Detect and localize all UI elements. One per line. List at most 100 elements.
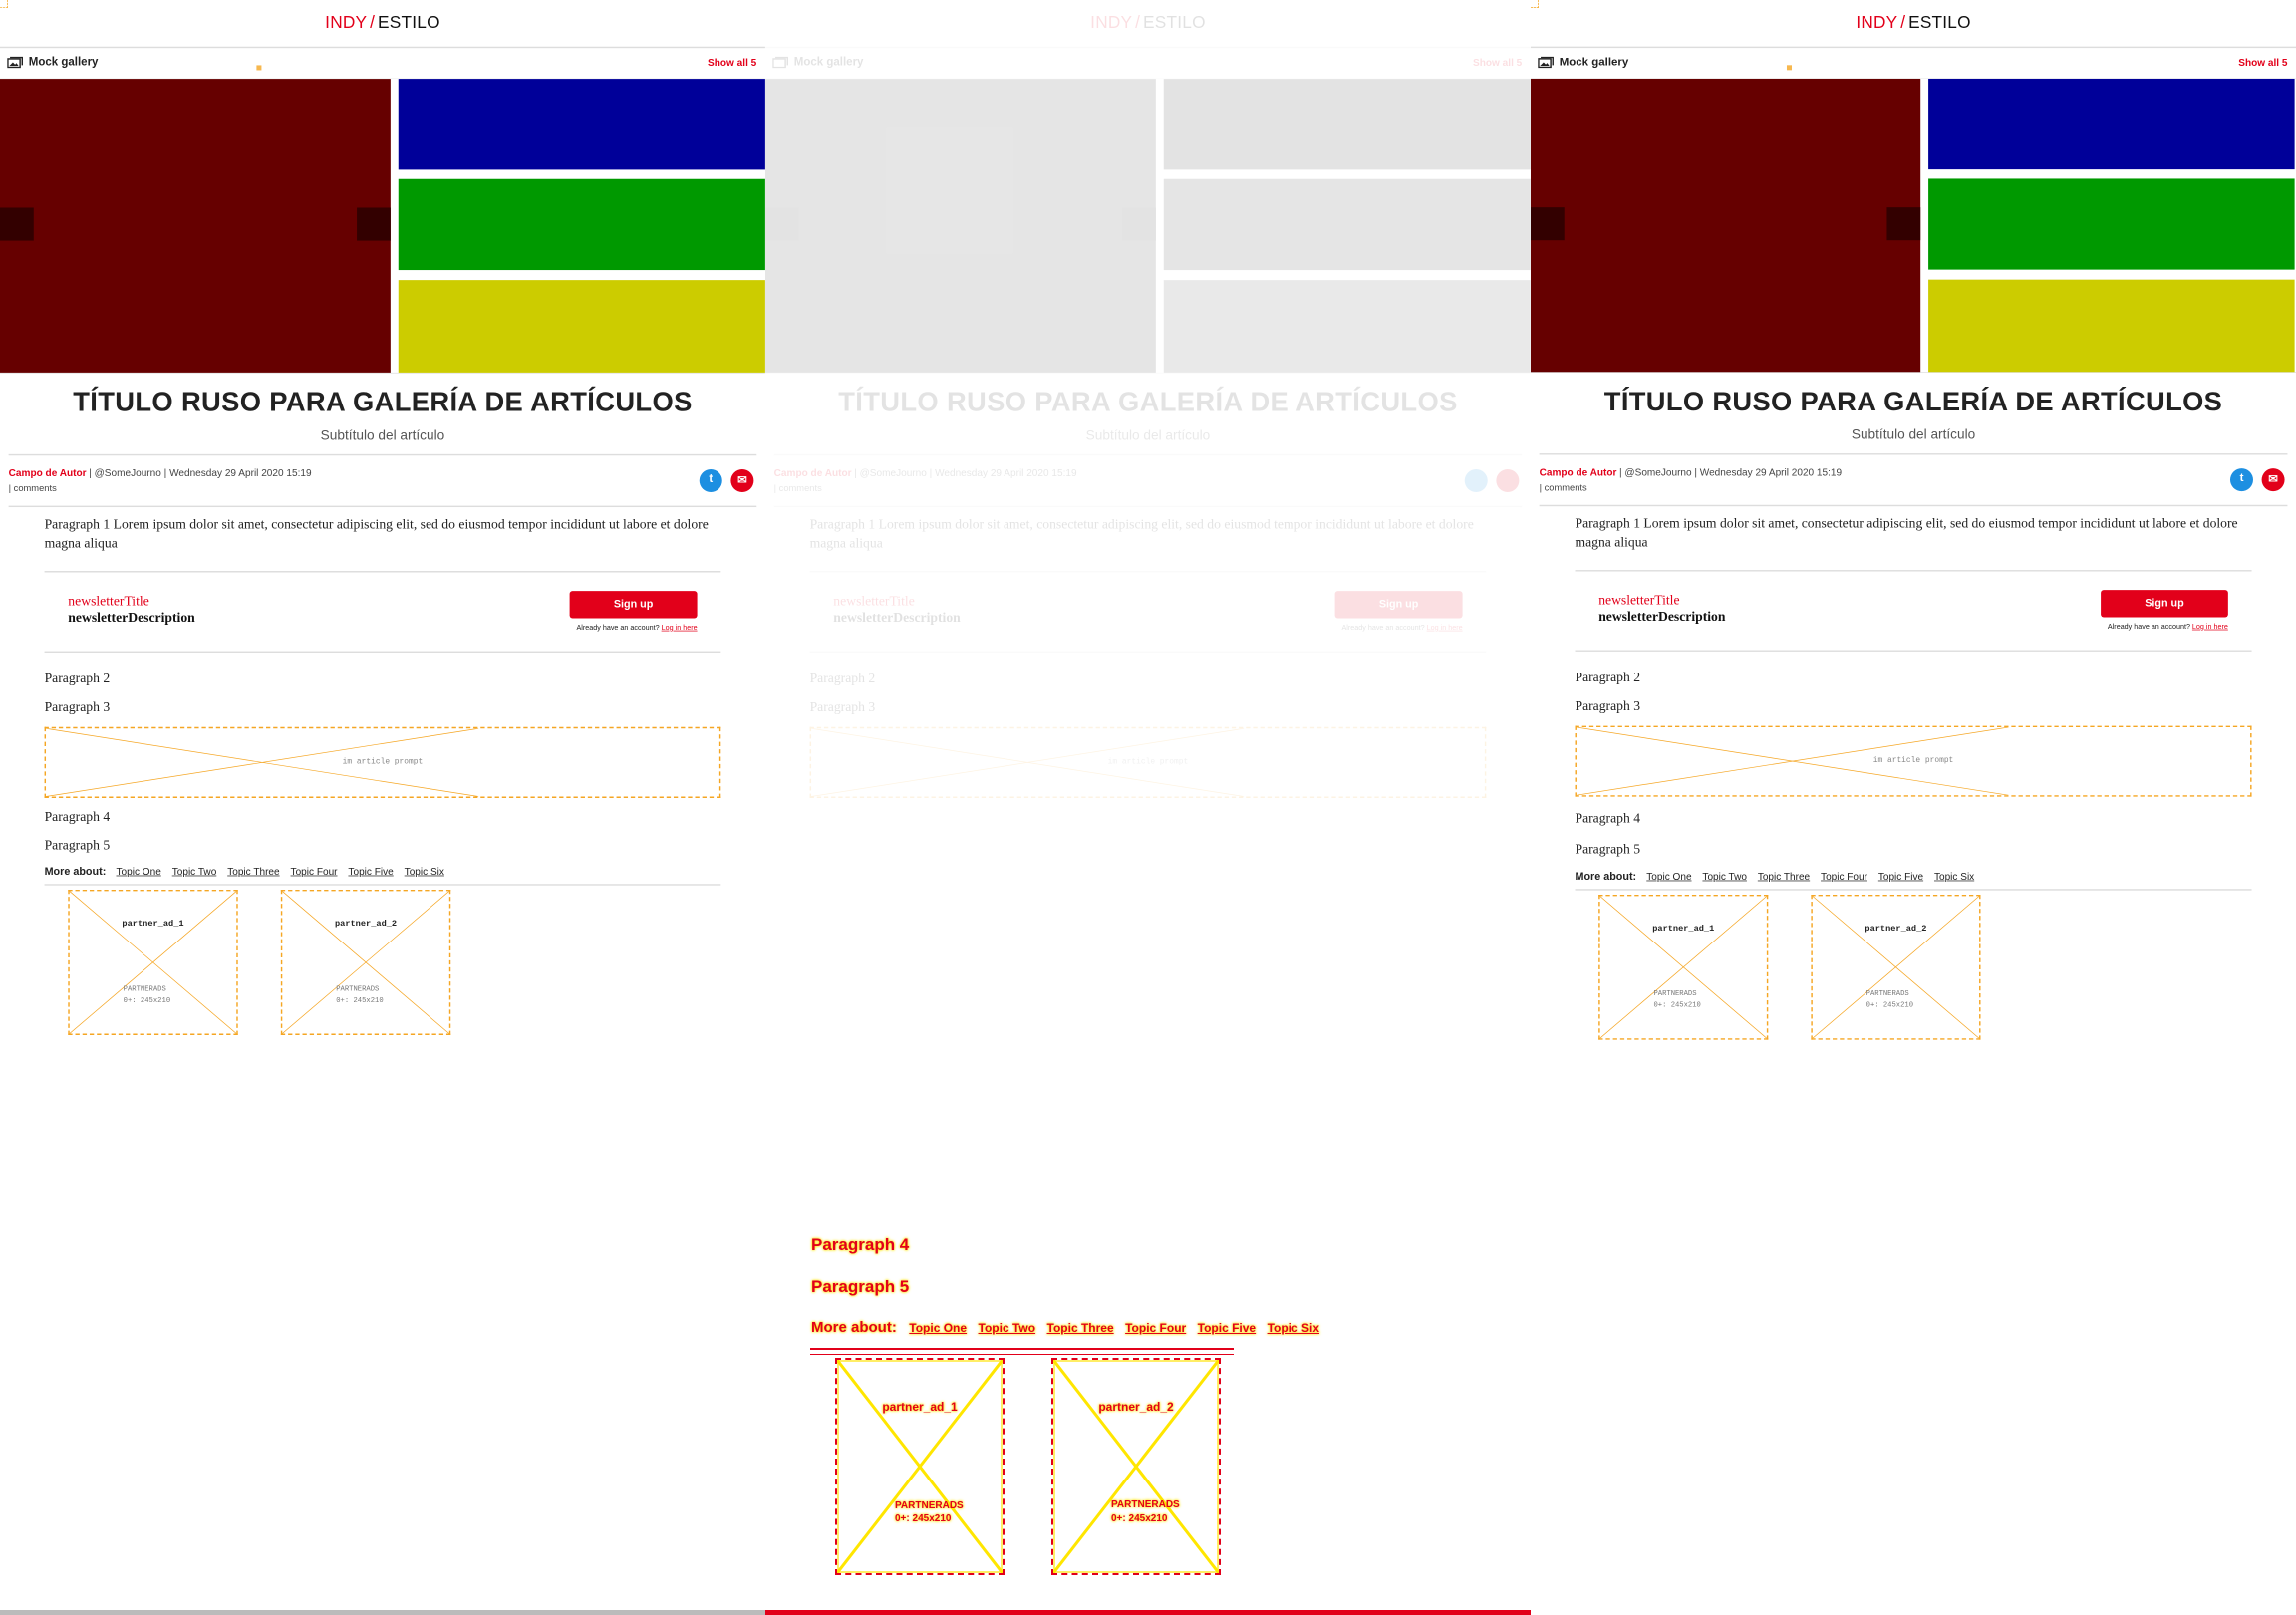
topic-link[interactable]: Topic Five (348, 866, 393, 878)
topic-link[interactable]: Topic One (116, 866, 160, 878)
diff-topic-link[interactable]: Topic Six (1268, 1321, 1319, 1335)
gallery-main-image[interactable] (0, 79, 391, 373)
diff-topic-link[interactable]: Topic One (909, 1321, 967, 1335)
signup-button[interactable]: Sign up (569, 591, 698, 619)
topic-link[interactable]: Topic Five (1878, 871, 1923, 882)
login-link[interactable]: Log in here (2192, 623, 2228, 631)
login-link[interactable]: Log in here (1427, 624, 1463, 632)
diff-topic-link[interactable]: Topic Four (1125, 1321, 1186, 1335)
topic-link[interactable]: Topic Four (1821, 871, 1867, 882)
twitter-share-button[interactable]: t (699, 468, 722, 492)
partner-ad[interactable]: partner_ad_2 PARTNERADS 0+: 245x210 (1811, 894, 1981, 1040)
diff-topic-link[interactable]: Topic Five (1198, 1321, 1256, 1335)
gallery-header: Mock gallery Show all 5 (0, 48, 765, 80)
gallery-prev-button[interactable] (1531, 207, 1565, 241)
topic-link[interactable]: Topic Two (172, 866, 217, 878)
partner-ad[interactable]: partner_ad_1 PARTNERADS 0+: 245x210 (1598, 894, 1769, 1040)
diff-topic-link[interactable]: Topic Two (979, 1321, 1036, 1335)
gallery-header: Mock gallery Show all 5 (1531, 48, 2296, 79)
topic-link[interactable]: Topic Four (291, 866, 338, 878)
topic-link[interactable]: Topic Three (1758, 871, 1810, 882)
ad-size: PARTNERADS 0+: 245x210 (1866, 989, 1913, 1012)
article-headline: TÍTULO RUSO PARA GALERÍA DE ARTÍCULOS (1603, 387, 2223, 417)
divider (44, 884, 721, 886)
gallery-thumbnail[interactable] (1928, 279, 2295, 373)
comments-link[interactable]: | comments (1540, 482, 1587, 493)
gallery-thumbnail[interactable] (398, 79, 765, 170)
gallery-next-button[interactable] (1122, 207, 1156, 241)
gallery-title: Mock gallery (793, 56, 864, 69)
author-link[interactable]: Campo de Autor (1540, 466, 1617, 477)
ad-name: partner_ad_1 (1652, 923, 1715, 934)
topic-link[interactable]: Topic Two (1702, 871, 1747, 882)
article-prompt-placeholder: im article prompt (1575, 725, 2252, 797)
diff-ad-name: partner_ad_1 (882, 1400, 958, 1414)
site-header: INDY / ESTILO (1531, 0, 2296, 49)
show-all-link[interactable]: Show all 5 (1473, 57, 1522, 69)
logo-indy: INDY (325, 12, 368, 33)
diff-paragraph-5: Paragraph 5 (811, 1277, 910, 1296)
placeholder-cross (1812, 896, 1980, 1039)
signup-button[interactable]: Sign up (2101, 590, 2228, 618)
gallery-thumbnail[interactable] (1163, 79, 1531, 170)
email-icon: ✉ (2268, 473, 2278, 486)
gallery-thumbnail[interactable] (398, 178, 765, 271)
article-subtitle: Subtítulo del artículo (1851, 427, 1976, 443)
diff-partner-ad[interactable]: partner_ad_2 PARTNERADS 0+: 245x210 (1051, 1358, 1221, 1575)
gallery-main-image[interactable] (1531, 78, 1921, 373)
gallery-thumbnail[interactable] (1928, 178, 2295, 270)
gallery-thumbnail[interactable] (1928, 78, 2295, 170)
placeholder-cross (69, 891, 237, 1034)
site-logo[interactable]: INDY / ESTILO (1531, 13, 2296, 33)
placeholder-cross (837, 1360, 1003, 1573)
gallery-prev-button[interactable] (765, 207, 799, 241)
author-link[interactable]: Campo de Autor (774, 467, 852, 479)
gallery-thumbnail[interactable] (1163, 178, 1531, 271)
paragraph: Paragraph 5 (44, 838, 111, 854)
partner-ad[interactable]: partner_ad_2 PARTNERADS 0+: 245x210 (280, 889, 451, 1035)
gallery-next-button[interactable] (1886, 207, 1921, 241)
email-share-button[interactable]: ✉ (2261, 468, 2285, 492)
login-link[interactable]: Log in here (662, 624, 698, 632)
email-share-button[interactable]: ✉ (730, 468, 754, 492)
partner-ad[interactable]: partner_ad_1 PARTNERADS 0+: 245x210 (68, 889, 238, 1035)
ad-provider: PARTNERADS (1866, 990, 1909, 999)
gallery-next-button[interactable] (357, 207, 391, 241)
comments-link[interactable]: | comments (9, 483, 57, 494)
partner-ads: partner_ad_1 PARTNERADS 0+: 245x210 partn… (45, 889, 721, 1040)
article-prompt-placeholder: im article prompt (809, 726, 1487, 798)
site-logo[interactable]: INDY / ESTILO (0, 13, 765, 33)
show-all-link[interactable]: Show all 5 (708, 57, 756, 69)
ad-size: PARTNERADS 0+: 245x210 (124, 984, 170, 1007)
gallery-prev-button[interactable] (0, 207, 34, 241)
paragraph: Paragraph 2 (809, 671, 876, 686)
gallery-thumbnail[interactable] (1163, 280, 1531, 373)
logo-estilo: ESTILO (378, 12, 440, 33)
gallery-main-image[interactable] (765, 79, 1156, 373)
twitter-share-button[interactable] (1464, 468, 1488, 492)
right-screenshot-panel: INDY / ESTILO Mock gallery Show all 5 TÍTU… (1531, 0, 2296, 1615)
topic-link[interactable]: Topic Three (227, 866, 279, 878)
gallery-thumbnail[interactable] (398, 280, 765, 373)
twitter-share-button[interactable]: t (2230, 468, 2253, 492)
comments-link[interactable]: | comments (774, 483, 822, 494)
newsletter-title: newsletterTitle (68, 594, 149, 610)
diff-partner-ad[interactable]: partner_ad_1 PARTNERADS 0+: 245x210 (835, 1358, 1004, 1575)
topic-link[interactable]: Topic One (1646, 871, 1691, 882)
diff-indicator-bar (765, 1610, 1531, 1615)
article-meta: Campo de Autor | @SomeJourno | Wednesday… (773, 455, 1523, 508)
twitter-icon: t (2239, 471, 2244, 484)
signup-button[interactable]: Sign up (1334, 591, 1463, 619)
scroll-indicator (0, 1610, 765, 1615)
gallery-title: Mock gallery (1559, 55, 1629, 69)
email-share-button[interactable] (1496, 468, 1520, 492)
author-link[interactable]: Campo de Autor (9, 467, 87, 479)
show-all-link[interactable]: Show all 5 (2238, 57, 2287, 68)
topic-link[interactable]: Topic Six (1934, 871, 1974, 882)
placeholder-cross (1599, 896, 1767, 1039)
site-logo[interactable]: INDY / ESTILO (765, 13, 1531, 33)
login-prefix: Already have an account? (576, 624, 660, 633)
diff-topic-link[interactable]: Topic Three (1047, 1321, 1114, 1335)
ad-dimensions: 0+: 245x210 (336, 996, 384, 1005)
topic-link[interactable]: Topic Six (405, 866, 444, 878)
